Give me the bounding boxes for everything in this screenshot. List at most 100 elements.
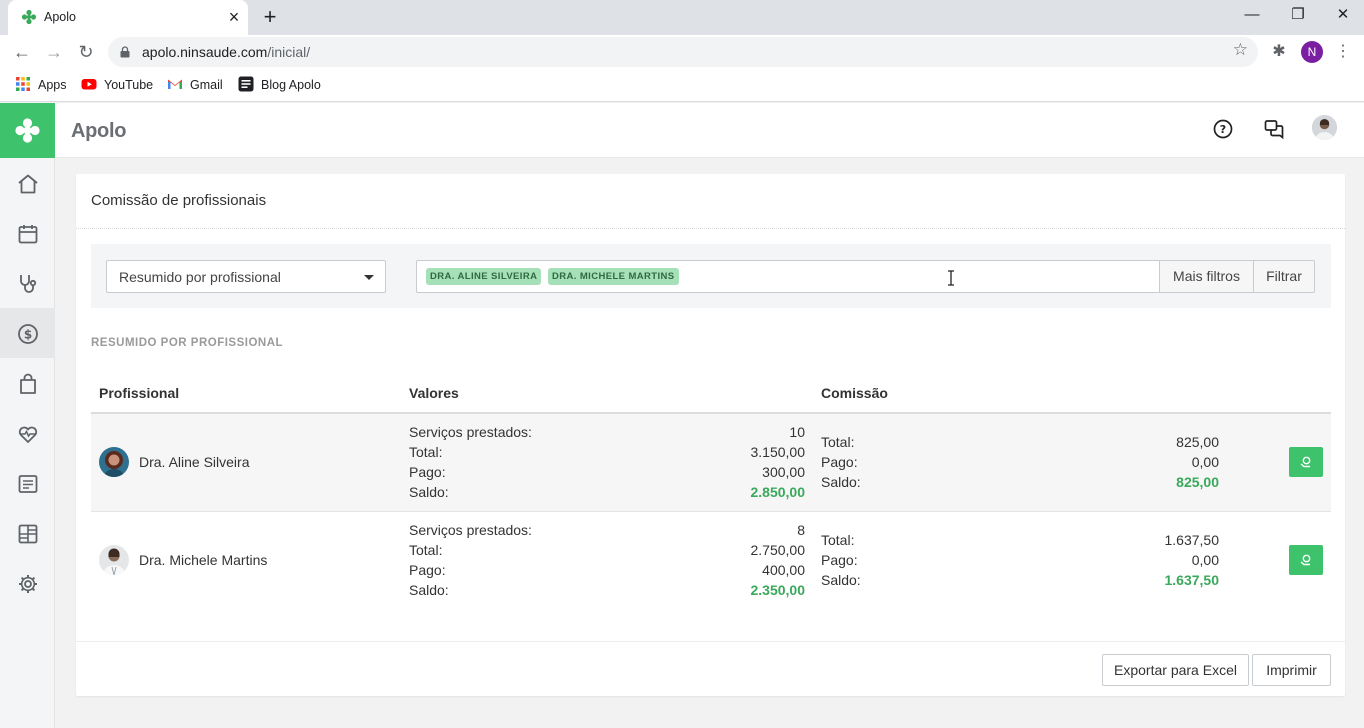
- apolo-logo[interactable]: [0, 103, 55, 158]
- view-mode-value: Resumido por profissional: [119, 269, 281, 285]
- tag-chip[interactable]: DRA. MICHELE MARTINS: [548, 268, 679, 285]
- label-com-saldo: Saldo:: [821, 572, 861, 588]
- page-title: Comissão de profissionais: [91, 192, 267, 209]
- user-avatar-image: [1312, 115, 1337, 140]
- bookmark-star-icon[interactable]: ☆: [1233, 40, 1248, 60]
- bookmark-label: Blog Apolo: [261, 78, 321, 92]
- pay-commission-button[interactable]: [1289, 447, 1323, 477]
- url-domain: apolo.ninsaude.com: [142, 44, 268, 60]
- sidebar-settings[interactable]: [0, 558, 55, 608]
- label-saldo: Saldo:: [409, 582, 449, 598]
- pay-commission-button[interactable]: [1289, 545, 1323, 575]
- app-header: Apolo ?: [55, 103, 1364, 158]
- label-total: Total:: [409, 444, 443, 460]
- bookmark-gmail[interactable]: Gmail: [167, 76, 223, 94]
- label-saldo: Saldo:: [409, 484, 449, 500]
- value-saldo: 2.850,00: [750, 484, 806, 500]
- bookmark-label: YouTube: [104, 78, 154, 92]
- bookmark-apps[interactable]: Apps: [15, 76, 67, 94]
- header-valores: Valores: [409, 385, 459, 401]
- bookmark-youtube[interactable]: YouTube: [81, 76, 153, 94]
- chat-icon[interactable]: [1262, 117, 1286, 141]
- print-button[interactable]: Imprimir: [1252, 654, 1331, 686]
- window-close-icon[interactable]: ✕: [1320, 0, 1364, 32]
- home-icon: [18, 174, 38, 194]
- bookmark-label: Apps: [38, 78, 67, 92]
- label-com-saldo: Saldo:: [821, 474, 861, 490]
- stethoscope-icon: [20, 275, 37, 293]
- sidebar-reports[interactable]: [0, 458, 55, 508]
- header-profissional: Profissional: [99, 385, 180, 401]
- bookmark-label: Gmail: [190, 78, 223, 92]
- label-com-pago: Pago:: [821, 454, 858, 470]
- blog-icon: [238, 76, 254, 92]
- extensions-icon[interactable]: ✱: [1268, 38, 1290, 66]
- browser-tab-strip: Apolo × + — ❐ ✕: [0, 0, 1364, 35]
- view-mode-select[interactable]: Resumido por profissional: [106, 260, 386, 293]
- sidebar-clinical[interactable]: [0, 258, 55, 308]
- browser-menu-icon[interactable]: ⋮: [1334, 38, 1352, 66]
- label-pago: Pago:: [409, 464, 446, 480]
- money-hand-icon: [1300, 554, 1311, 566]
- divider: [76, 228, 1345, 229]
- label-com-total: Total:: [821, 532, 855, 548]
- tab-close-icon[interactable]: ×: [225, 6, 243, 28]
- apolo-logo-icon: [15, 118, 40, 143]
- apolo-favicon-icon: [21, 9, 37, 25]
- calendar-icon: [18, 225, 38, 244]
- commission-pago: 0,00: [1191, 454, 1219, 470]
- reload-icon[interactable]: ↻: [72, 38, 100, 66]
- svg-text:?: ?: [1220, 123, 1226, 136]
- settings-icon: [19, 575, 37, 593]
- minimize-icon[interactable]: —: [1229, 0, 1275, 32]
- value-total: 3.150,00: [750, 444, 806, 460]
- browser-tab[interactable]: Apolo ×: [8, 0, 248, 35]
- sidebar-shop[interactable]: [0, 358, 55, 408]
- sidebar-health[interactable]: [0, 408, 55, 458]
- dashboard-icon: [18, 524, 38, 544]
- restore-icon[interactable]: ❐: [1275, 0, 1321, 32]
- money-hand-icon: [1300, 456, 1311, 468]
- commission-total: 1.637,50: [1164, 532, 1220, 548]
- shopping-bag-icon: [20, 373, 36, 394]
- tag-chip[interactable]: DRA. ALINE SILVEIRA: [426, 268, 542, 285]
- bookmark-blog-apolo[interactable]: Blog Apolo: [238, 76, 321, 94]
- value-pago: 300,00: [762, 464, 805, 480]
- user-avatar[interactable]: [1312, 115, 1337, 140]
- url-text: apolo.ninsaude.com/inicial/: [142, 44, 310, 60]
- more-filters-button[interactable]: Mais filtros: [1159, 260, 1254, 293]
- table-row: Dra. Michele Martins Serviços prestados:…: [91, 511, 1331, 608]
- commission-card: Comissão de profissionais Resumido por p…: [76, 174, 1345, 696]
- label-com-pago: Pago:: [821, 552, 858, 568]
- commission-saldo: 1.637,50: [1164, 572, 1220, 588]
- export-excel-button[interactable]: Exportar para Excel: [1102, 654, 1249, 686]
- professional-tags-input[interactable]: DRA. ALINE SILVEIRA DRA. MICHELE MARTINS: [416, 260, 1160, 293]
- dollar-icon: $: [18, 324, 38, 344]
- apps-grid-icon: [16, 77, 30, 91]
- omnibox[interactable]: apolo.ninsaude.com/inicial/ ☆: [108, 37, 1258, 67]
- new-tab-icon[interactable]: +: [259, 3, 281, 31]
- forward-icon[interactable]: →: [40, 38, 68, 66]
- sidebar-dashboard[interactable]: [0, 508, 55, 558]
- filter-button[interactable]: Filtrar: [1253, 260, 1315, 293]
- profile-avatar[interactable]: N: [1301, 41, 1323, 63]
- professional-name: Dra. Aline Silveira: [139, 454, 250, 470]
- label-pago: Pago:: [409, 562, 446, 578]
- text-cursor-icon: [948, 270, 954, 286]
- professional-avatar-image: [99, 545, 129, 575]
- sidebar-financial[interactable]: $: [0, 308, 55, 358]
- value-pago: 400,00: [762, 562, 805, 578]
- sidebar-calendar[interactable]: [0, 208, 55, 258]
- value-servicos: 10: [789, 424, 805, 440]
- url-path: /inicial/: [267, 44, 311, 60]
- sidebar-home[interactable]: [0, 158, 55, 208]
- value-saldo: 2.350,00: [750, 582, 806, 598]
- help-icon[interactable]: ?: [1211, 117, 1235, 141]
- caret-down-icon: [364, 275, 374, 280]
- svg-text:$: $: [24, 327, 32, 341]
- section-label: RESUMIDO POR PROFISSIONAL: [91, 337, 284, 349]
- professional-avatar-image: [99, 447, 129, 477]
- header-comissao: Comissão: [821, 385, 888, 401]
- professional-avatar: [99, 545, 129, 575]
- back-icon[interactable]: ←: [8, 38, 36, 66]
